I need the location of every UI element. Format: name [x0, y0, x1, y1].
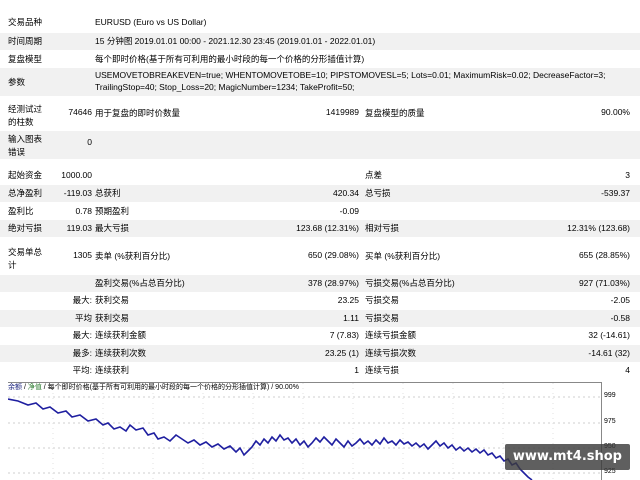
detail-label: 连续亏损次数 — [365, 348, 417, 358]
detail-value: -14.61 (32) — [588, 348, 630, 358]
detail-value: 927 (71.03%) — [578, 278, 630, 288]
model-label: 复盘模型 — [8, 54, 43, 64]
detail-label: 连续亏损 — [365, 365, 400, 375]
stats-row: 总净盈利 -119.03 总获利 420.34 总亏损 -539.37 — [0, 185, 640, 202]
short-value: 650 (29.08%) — [307, 250, 359, 260]
symbol-value: EURUSD (Euro vs US Dollar) — [95, 17, 207, 27]
stat-label: 盈利比 — [8, 206, 34, 216]
bars-label: 经测试过的柱数 — [8, 104, 43, 127]
stat-value: 123.68 (12.31%) — [296, 223, 359, 233]
short-label: 卖单 (%获利百分比) — [95, 251, 171, 261]
stat-value: 12.31% (123.68) — [567, 223, 630, 233]
stat-label: 总获利 — [95, 188, 121, 198]
model-row: 复盘模型 每个即时价格(基于所有可利用的最小时段的每一个价格的分形插值计算) — [0, 51, 640, 68]
detail-label: 连续获利次数 — [95, 348, 147, 358]
detail-value: -0.58 — [610, 313, 630, 323]
legend-description: / 每个即时价格(基于所有可利用的最小时段的每一个价格的分形插值计算) / 90… — [41, 384, 299, 391]
stat-label: 总净盈利 — [8, 188, 43, 198]
period-row: 时间周期 15 分钟图 2019.01.01 00:00 - 2021.12.3… — [0, 33, 640, 50]
detail-prefix: 最多: — [72, 348, 92, 358]
stat-label: 预期盈利 — [95, 206, 130, 216]
params-value: USEMOVETOBREAKEVEN=true; WHENTOMOVETOBE=… — [95, 70, 606, 92]
detail-row: 平均 获利交易 1.11 亏损交易 -0.58 — [0, 310, 640, 327]
detail-row: 最多: 连续获利次数 23.25 (1) 连续亏损次数 -14.61 (32) — [0, 345, 640, 362]
detail-label: 连续获利金额 — [95, 330, 147, 340]
symbol-row: 交易品种 EURUSD (Euro vs US Dollar) — [0, 14, 640, 31]
detail-value: 32 (-14.61) — [588, 330, 630, 340]
params-label: 参数 — [8, 77, 26, 87]
y-axis-label: 999 — [604, 392, 616, 399]
stat-value: 420.34 — [333, 188, 359, 198]
stats-row: 盈利比 0.78 预期盈利 -0.09 — [0, 203, 640, 220]
bars-row: 经测试过的柱数 74646 用于复盘的即时价数量 1419989 复盘模型的质量… — [0, 101, 640, 129]
stat-value: 3 — [625, 170, 630, 180]
legend-equity: 净值 — [27, 384, 42, 391]
long-label: 买单 (%获利百分比) — [365, 251, 441, 261]
period-value: 15 分钟图 2019.01.01 00:00 - 2021.12.30 23:… — [95, 36, 376, 46]
errors-value: 0 — [87, 137, 92, 147]
trades-label: 交易单总计 — [8, 247, 43, 270]
trades-value: 1305 — [73, 250, 92, 260]
stat-label: 最大亏损 — [95, 223, 130, 233]
trades-row: 交易单总计 1305 卖单 (%获利百分比) 650 (29.08%) 买单 (… — [0, 244, 640, 274]
errors-row: 输入图表错误 0 — [0, 131, 640, 159]
detail-label: 亏损交易(%占总百分比) — [365, 278, 455, 288]
legend-balance: 余额 — [8, 384, 22, 391]
stat-value: -119.03 — [63, 188, 92, 198]
stats-row: 绝对亏损 119.03 最大亏损 123.68 (12.31%) 相对亏损 12… — [0, 220, 640, 237]
watermark-badge: www.mt4.shop — [504, 444, 630, 470]
stat-label: 相对亏损 — [365, 223, 400, 233]
y-axis-label: 975 — [604, 418, 616, 425]
chart-legend: 余额 / 净值 / 每个即时价格(基于所有可利用的最小时段的每一个价格的分形插值… — [8, 382, 299, 394]
detail-value: 23.25 (1) — [324, 348, 359, 358]
detail-label: 获利交易 — [95, 295, 130, 305]
detail-prefix: 最大: — [72, 295, 92, 305]
detail-row: 平均: 连续获利 1 连续亏损 4 — [0, 362, 640, 379]
detail-value: 4 — [625, 365, 630, 375]
detail-prefix: 平均 — [74, 313, 92, 323]
ticks-value: 1419989 — [325, 107, 359, 117]
stat-value: -0.09 — [339, 206, 359, 216]
stat-label: 总亏损 — [365, 188, 391, 198]
detail-value: 378 (28.97%) — [307, 278, 359, 288]
detail-row: 最大: 连续获利金额 7 (7.83) 连续亏损金额 32 (-14.61) — [0, 327, 640, 344]
stat-label: 点差 — [365, 170, 383, 180]
detail-row: 盈利交易(%占总百分比) 378 (28.97%) 亏损交易(%占总百分比) 9… — [0, 275, 640, 292]
detail-value: 1 — [354, 365, 359, 375]
stat-value: 0.78 — [75, 206, 92, 216]
ticks-label: 用于复盘的即时价数量 — [95, 108, 181, 118]
stat-label: 起始资金 — [8, 170, 43, 180]
detail-label: 亏损交易 — [365, 313, 400, 323]
detail-row: 最大: 获利交易 23.25 亏损交易 -2.05 — [0, 292, 640, 309]
detail-value: 23.25 — [337, 295, 359, 305]
long-value: 655 (28.85%) — [578, 250, 630, 260]
quality-label: 复盘模型的质量 — [365, 108, 425, 118]
stat-label: 绝对亏损 — [8, 223, 43, 233]
errors-label: 输入图表错误 — [8, 134, 43, 157]
stat-value: -539.37 — [601, 188, 630, 198]
detail-label: 获利交易 — [95, 313, 130, 323]
quality-value: 90.00% — [601, 107, 630, 117]
detail-label: 连续获利 — [95, 365, 130, 375]
stat-value: 119.03 — [66, 223, 92, 233]
bars-value: 74646 — [68, 107, 92, 117]
detail-value: -2.05 — [610, 295, 630, 305]
balance-line — [7, 398, 533, 480]
stats-row: 起始资金 1000.00 点差 3 — [0, 167, 640, 184]
detail-label: 亏损交易 — [365, 295, 400, 305]
detail-value: 1.11 — [343, 313, 359, 323]
params-row: 参数 USEMOVETOBREAKEVEN=true; WHENTOMOVETO… — [0, 68, 640, 96]
detail-prefix: 平均: — [72, 365, 92, 375]
period-label: 时间周期 — [8, 36, 43, 46]
detail-value: 7 (7.83) — [329, 330, 359, 340]
stat-value: 1000.00 — [61, 170, 92, 180]
detail-label: 盈利交易(%占总百分比) — [95, 278, 185, 288]
model-value: 每个即时价格(基于所有可利用的最小时段的每一个价格的分形插值计算) — [95, 54, 365, 64]
symbol-label: 交易品种 — [8, 17, 43, 27]
detail-prefix: 最大: — [72, 330, 92, 340]
detail-label: 连续亏损金额 — [365, 330, 417, 340]
